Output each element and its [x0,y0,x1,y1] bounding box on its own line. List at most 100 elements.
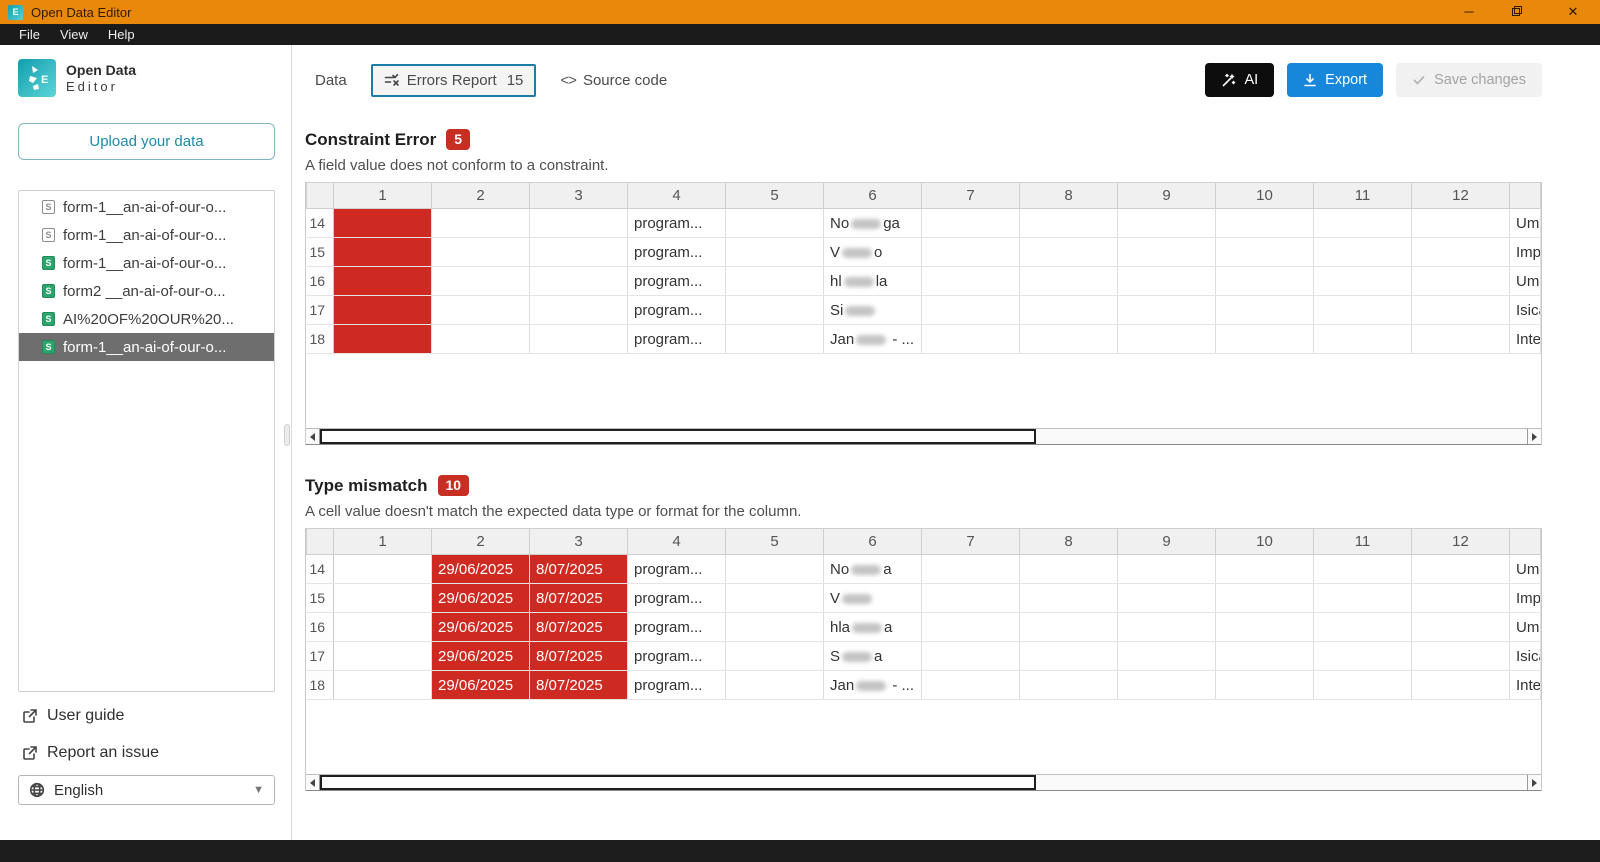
cell[interactable] [1314,296,1412,325]
column-header[interactable]: 11 [1314,183,1412,209]
menu-file[interactable]: File [10,24,49,45]
cell[interactable] [1118,267,1216,296]
cell[interactable]: program... [628,584,726,613]
cell[interactable] [1314,209,1412,238]
cell[interactable] [334,267,432,296]
upload-data-button[interactable]: Upload your data [18,123,275,160]
cell[interactable] [726,642,824,671]
cell[interactable] [530,238,628,267]
cell[interactable]: hlla [824,267,922,296]
cell[interactable] [1412,238,1510,267]
tab-data[interactable]: Data [305,65,357,96]
cell[interactable]: Noa [824,555,922,584]
cell[interactable]: 8/07/2025 [530,555,628,584]
cell[interactable] [1412,584,1510,613]
close-button[interactable]: ✕ [1564,0,1582,24]
cell[interactable] [432,238,530,267]
cell[interactable]: Uml [1510,267,1541,296]
cell[interactable] [1020,325,1118,354]
cell[interactable] [1412,642,1510,671]
ai-button[interactable]: AI [1205,63,1274,97]
cell[interactable]: Si [824,296,922,325]
cell[interactable]: program... [628,613,726,642]
cell[interactable]: Vo [824,238,922,267]
cell[interactable] [1216,296,1314,325]
cell[interactable] [1216,671,1314,700]
cell[interactable] [1216,642,1314,671]
cell[interactable] [1314,584,1412,613]
column-header[interactable]: 12 [1412,183,1510,209]
scroll-right-button[interactable] [1527,775,1541,790]
cell[interactable] [334,642,432,671]
cell[interactable]: program... [628,238,726,267]
cell[interactable]: program... [628,325,726,354]
cell[interactable] [922,642,1020,671]
cell[interactable] [1118,555,1216,584]
row-number[interactable]: 18 [307,671,334,700]
cell[interactable] [1412,296,1510,325]
cell[interactable] [334,584,432,613]
cell[interactable] [1020,613,1118,642]
cell[interactable] [726,671,824,700]
cell[interactable] [1412,613,1510,642]
row-number[interactable]: 15 [307,238,334,267]
cell[interactable] [1216,238,1314,267]
cell[interactable] [334,325,432,354]
corner-header[interactable] [307,183,334,209]
cell[interactable] [432,209,530,238]
cell[interactable] [1020,209,1118,238]
cell[interactable] [1216,613,1314,642]
cell[interactable] [1020,555,1118,584]
cell[interactable] [1118,296,1216,325]
cell[interactable] [530,296,628,325]
cell[interactable]: program... [628,642,726,671]
file-item[interactable]: Sform-1__an-ai-of-our-o... [19,221,274,249]
cell[interactable] [1118,325,1216,354]
tab-source-code[interactable]: <>Source code [550,65,677,96]
cell[interactable] [334,555,432,584]
cell[interactable]: Uma [1510,555,1541,584]
cell[interactable] [726,209,824,238]
cell[interactable] [1314,238,1412,267]
column-header[interactable]: 5 [726,529,824,555]
cell[interactable] [1020,642,1118,671]
cell[interactable] [1314,613,1412,642]
cell[interactable]: program... [628,267,726,296]
column-header[interactable]: 10 [1216,529,1314,555]
file-item[interactable]: Sform-1__an-ai-of-our-o... [19,193,274,221]
cell[interactable] [1216,555,1314,584]
cell[interactable] [726,238,824,267]
cell[interactable] [922,238,1020,267]
cell[interactable] [1314,671,1412,700]
cell[interactable] [530,325,628,354]
scroll-left-button[interactable] [306,429,320,444]
cell[interactable] [1314,642,1412,671]
cell[interactable]: hlaa [824,613,922,642]
cell[interactable] [1020,238,1118,267]
cell[interactable]: program... [628,555,726,584]
row-number[interactable]: 14 [307,555,334,584]
cell[interactable]: Uml [1510,613,1541,642]
cell[interactable] [922,584,1020,613]
cell[interactable] [1118,238,1216,267]
minimize-button[interactable]: ─ [1460,0,1478,24]
cell[interactable] [1314,267,1412,296]
cell[interactable] [1216,209,1314,238]
cell[interactable] [1020,584,1118,613]
cell[interactable]: Jan - ... [824,325,922,354]
cell[interactable] [1412,671,1510,700]
cell[interactable]: program... [628,209,726,238]
cell[interactable] [1314,555,1412,584]
cell[interactable] [922,613,1020,642]
cell[interactable]: Imp [1510,584,1541,613]
cell[interactable] [1118,209,1216,238]
cell[interactable]: 29/06/2025 [432,555,530,584]
cell[interactable] [726,325,824,354]
cell[interactable]: Jan - ... [824,671,922,700]
column-header[interactable]: 8 [1020,529,1118,555]
cell[interactable] [1412,209,1510,238]
cell[interactable] [726,296,824,325]
cell[interactable] [726,584,824,613]
report-issue-link[interactable]: Report an issue [22,744,159,762]
row-number[interactable]: 16 [307,267,334,296]
